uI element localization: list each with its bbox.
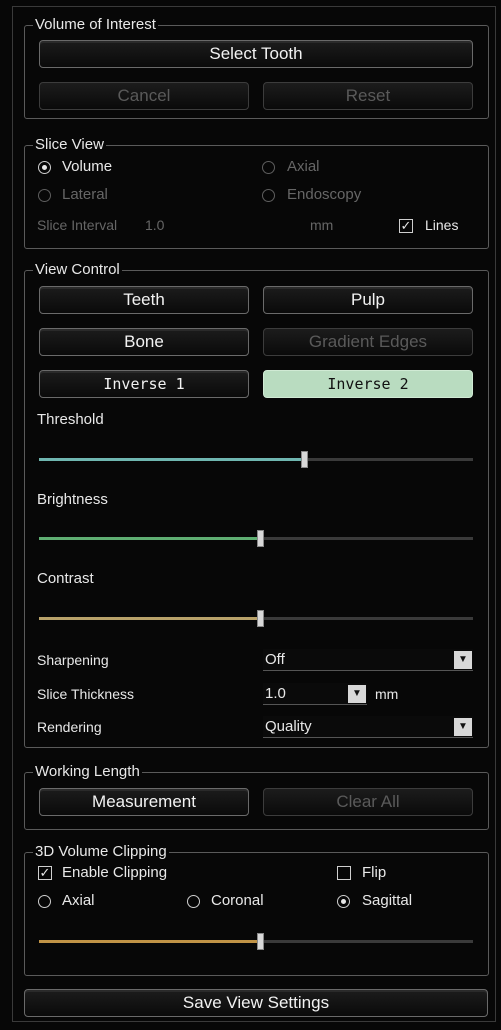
slice-view-title: Slice View <box>33 136 106 154</box>
brightness-slider[interactable] <box>39 530 473 547</box>
lateral-radio[interactable] <box>38 189 51 202</box>
reset-button[interactable]: Reset <box>263 82 473 110</box>
chevron-down-icon[interactable]: ▼ <box>454 651 472 669</box>
volume-of-interest-title: Volume of Interest <box>33 16 158 34</box>
teeth-button[interactable]: Teeth <box>39 286 249 314</box>
threshold-label: Threshold <box>37 411 104 428</box>
chevron-down-icon[interactable]: ▼ <box>454 718 472 736</box>
endoscopy-radio[interactable] <box>262 189 275 202</box>
save-view-settings-button[interactable]: Save View Settings <box>24 989 488 1017</box>
lines-checkbox-label: Lines <box>425 217 459 233</box>
contrast-slider-fill <box>39 617 261 620</box>
rendering-select-value: Quality <box>265 718 312 735</box>
brightness-slider-fill <box>39 537 261 540</box>
working-length-title: Working Length <box>33 763 142 781</box>
clipping-title: 3D Volume Clipping <box>33 843 169 861</box>
contrast-label: Contrast <box>37 570 94 587</box>
clip-axial-label: Axial <box>62 892 95 909</box>
slice-interval-unit: mm <box>310 217 334 233</box>
volume-radio-label: Volume <box>62 158 113 175</box>
contrast-slider[interactable] <box>39 610 473 627</box>
select-tooth-button[interactable]: Select Tooth <box>39 40 473 68</box>
threshold-slider[interactable] <box>39 451 473 468</box>
clip-coronal-label: Coronal <box>211 892 264 909</box>
clip-coronal-radio[interactable] <box>187 895 200 908</box>
slice-thickness-select-value: 1.0 <box>265 685 286 702</box>
clip-axial-radio[interactable] <box>38 895 51 908</box>
clipping-slider[interactable] <box>39 933 473 950</box>
bone-button[interactable]: Bone <box>39 328 249 356</box>
sharpening-select[interactable]: Off ▼ <box>263 649 473 671</box>
sharpening-select-value: Off <box>265 651 285 668</box>
inverse-1-button[interactable]: Inverse 1 <box>39 370 249 398</box>
clip-sagittal-label: Sagittal <box>362 892 413 909</box>
slice-thickness-select[interactable]: 1.0 ▼ <box>263 683 367 705</box>
chevron-down-icon[interactable]: ▼ <box>348 685 366 703</box>
lines-checkbox[interactable]: ✓ <box>399 219 413 233</box>
brightness-label: Brightness <box>37 491 108 508</box>
clipping-slider-fill <box>39 940 261 943</box>
cancel-button[interactable]: Cancel <box>39 82 249 110</box>
slice-interval-label: Slice Interval <box>37 217 118 233</box>
brightness-slider-handle[interactable] <box>257 530 265 547</box>
clipping-slider-handle[interactable] <box>257 933 265 950</box>
flip-label: Flip <box>362 864 387 881</box>
sharpening-label: Sharpening <box>37 652 109 668</box>
clear-all-button[interactable]: Clear All <box>263 788 473 816</box>
rendering-select[interactable]: Quality ▼ <box>263 716 473 738</box>
volume-radio[interactable] <box>38 161 51 174</box>
slice-thickness-label: Slice Thickness <box>37 686 135 702</box>
threshold-slider-handle[interactable] <box>300 451 308 468</box>
pulp-button[interactable]: Pulp <box>263 286 473 314</box>
slice-interval-value[interactable]: 1.0 <box>145 215 164 235</box>
inverse-2-button[interactable]: Inverse 2 <box>263 370 473 398</box>
slice-thickness-unit: mm <box>375 686 399 702</box>
measurement-button[interactable]: Measurement <box>39 788 249 816</box>
clip-sagittal-radio[interactable] <box>337 895 350 908</box>
flip-checkbox[interactable] <box>337 866 351 880</box>
view-control-title: View Control <box>33 261 122 279</box>
axial-view-radio[interactable] <box>262 161 275 174</box>
contrast-slider-handle[interactable] <box>257 610 265 627</box>
rendering-label: Rendering <box>37 719 102 735</box>
lateral-radio-label: Lateral <box>62 186 108 203</box>
axial-view-radio-label: Axial <box>287 158 320 175</box>
enable-clipping-label: Enable Clipping <box>62 864 168 881</box>
enable-clipping-checkbox[interactable]: ✓ <box>38 866 52 880</box>
threshold-slider-fill <box>39 458 304 461</box>
gradient-edges-button[interactable]: Gradient Edges <box>263 328 473 356</box>
endoscopy-radio-label: Endoscopy <box>287 186 362 203</box>
